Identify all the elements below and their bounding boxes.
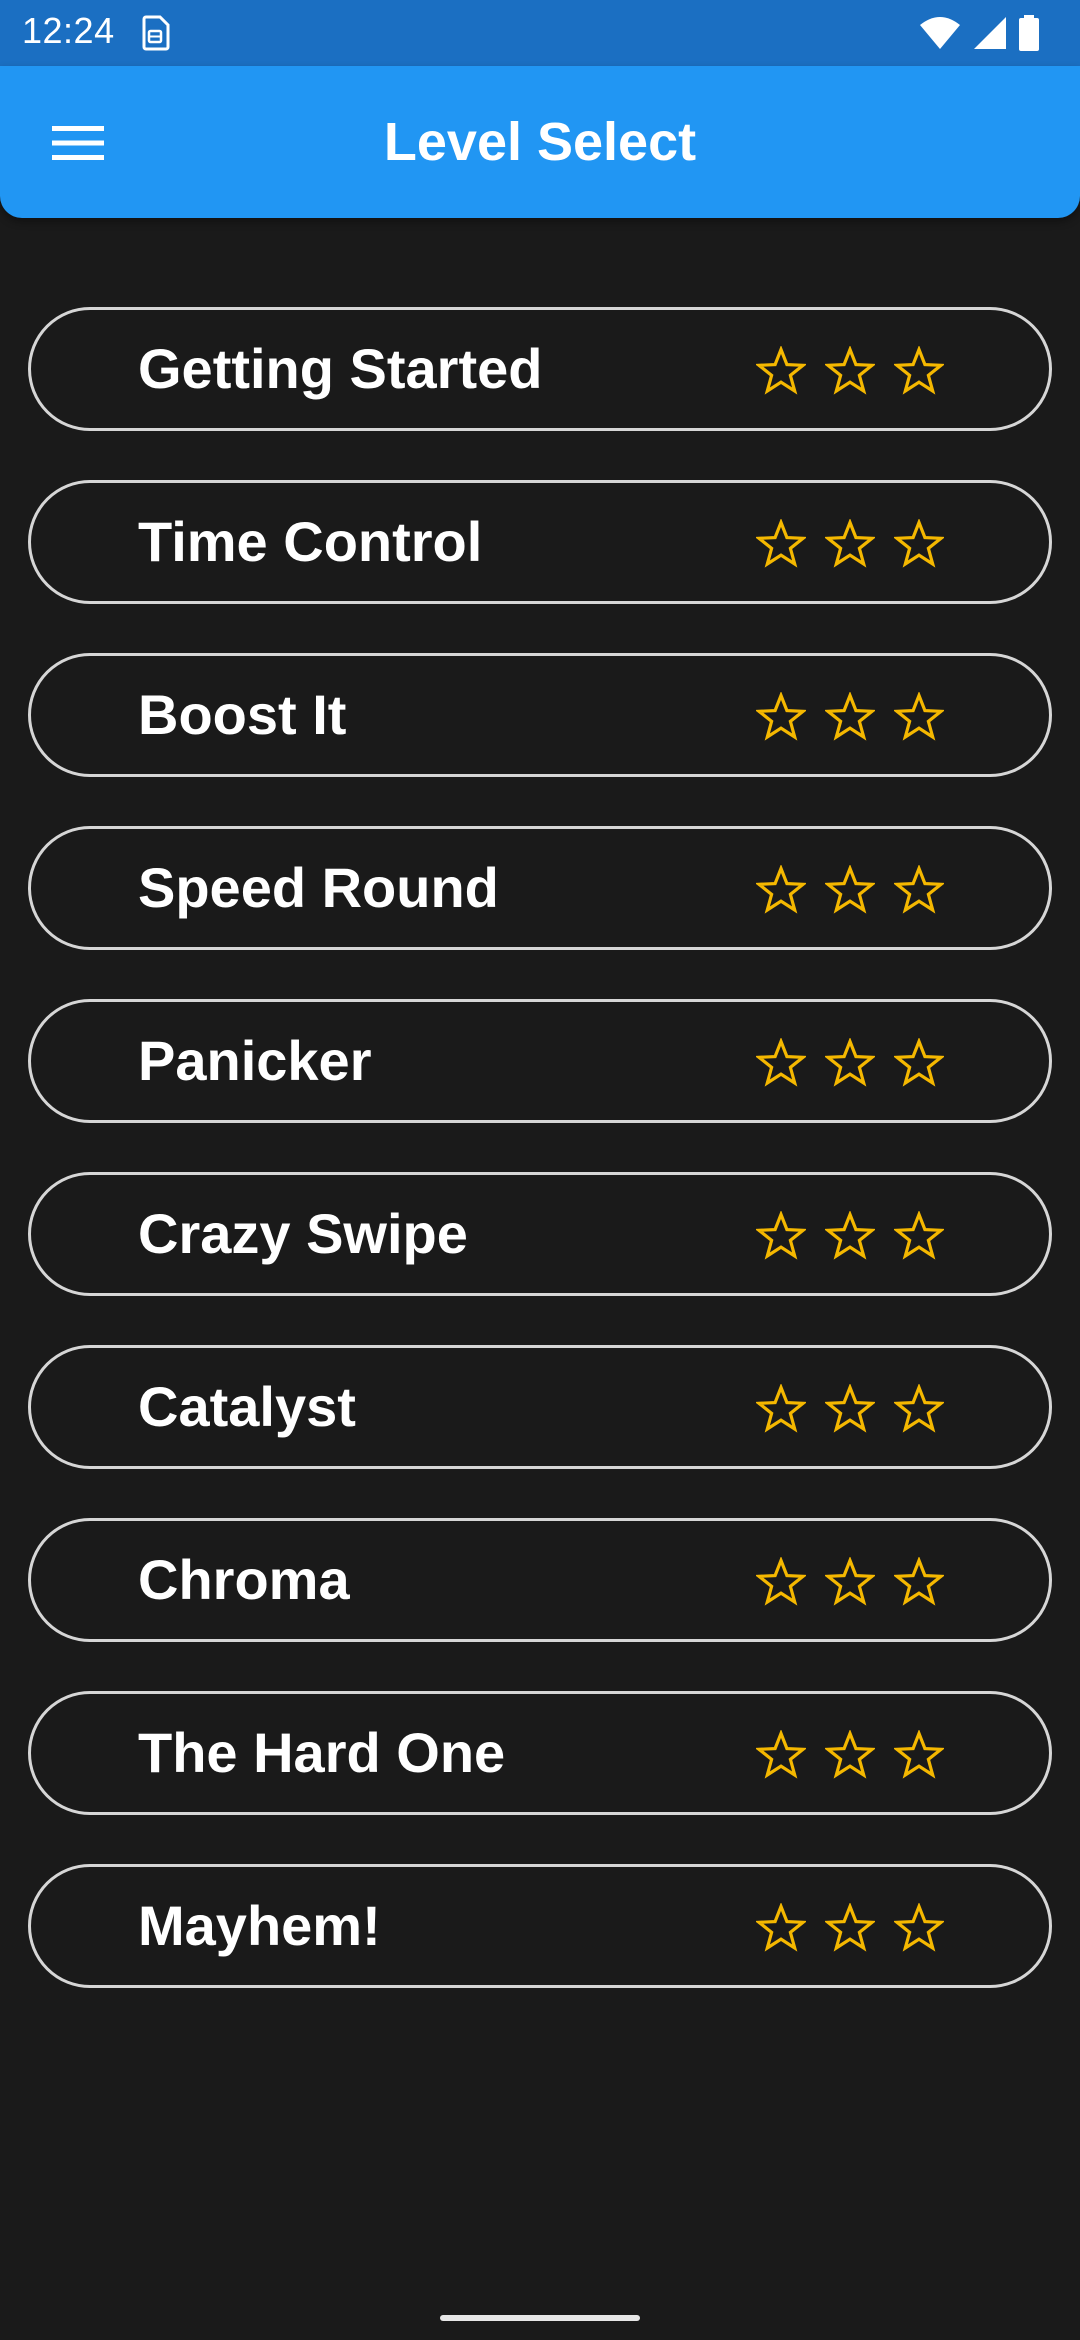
star-rating — [756, 865, 944, 915]
star-outline-icon — [894, 1903, 944, 1952]
star-outline-icon — [756, 1730, 806, 1779]
star-outline-icon — [894, 692, 944, 741]
level-item[interactable]: Chroma — [28, 1518, 1052, 1642]
level-name: Getting Started — [138, 337, 543, 400]
wifi-icon — [920, 17, 960, 49]
level-item[interactable]: Speed Round — [28, 826, 1052, 950]
star-outline-icon — [825, 1211, 875, 1260]
star-rating — [756, 1211, 944, 1261]
star-outline-icon — [894, 1211, 944, 1260]
level-name: Mayhem! — [138, 1894, 381, 1957]
level-name: The Hard One — [138, 1721, 506, 1784]
star-outline-icon — [825, 692, 875, 741]
level-name: Panicker — [138, 1029, 372, 1092]
star-rating — [756, 1038, 944, 1088]
level-name: Time Control — [138, 510, 483, 573]
star-outline-icon — [825, 1730, 875, 1779]
battery-icon — [1019, 15, 1039, 51]
star-outline-icon — [825, 1038, 875, 1087]
app-bar: Level Select — [0, 66, 1080, 218]
star-outline-icon — [825, 1557, 875, 1606]
star-rating — [756, 1730, 944, 1780]
level-name: Chroma — [138, 1548, 350, 1611]
star-outline-icon — [894, 1038, 944, 1087]
star-outline-icon — [825, 519, 875, 568]
level-item[interactable]: Getting Started — [28, 307, 1052, 431]
page-title: Level Select — [383, 112, 697, 172]
star-outline-icon — [894, 1730, 944, 1779]
star-outline-icon — [756, 865, 806, 914]
star-outline-icon — [756, 1038, 806, 1087]
star-outline-icon — [894, 1384, 944, 1433]
level-item[interactable]: Catalyst — [28, 1345, 1052, 1469]
star-outline-icon — [825, 1384, 875, 1433]
star-outline-icon — [756, 346, 806, 395]
star-outline-icon — [894, 865, 944, 914]
star-outline-icon — [825, 1903, 875, 1952]
star-outline-icon — [894, 1557, 944, 1606]
hamburger-menu-icon — [52, 126, 104, 160]
level-name: Speed Round — [138, 856, 499, 919]
star-rating — [756, 346, 944, 396]
star-rating — [756, 519, 944, 569]
signal-icon — [974, 17, 1006, 49]
status-bar: 12:24 — [0, 0, 1080, 66]
star-rating — [756, 692, 944, 742]
star-outline-icon — [825, 865, 875, 914]
level-list: Getting Started Time Control Boost It Speed… — [28, 307, 1052, 2037]
star-rating — [756, 1384, 944, 1434]
star-outline-icon — [756, 1557, 806, 1606]
level-name: Crazy Swipe — [138, 1202, 468, 1265]
level-item[interactable]: Crazy Swipe — [28, 1172, 1052, 1296]
star-outline-icon — [756, 692, 806, 741]
level-name: Catalyst — [138, 1375, 356, 1438]
star-outline-icon — [894, 519, 944, 568]
level-item[interactable]: The Hard One — [28, 1691, 1052, 1815]
star-outline-icon — [756, 519, 806, 568]
level-name: Boost It — [138, 683, 347, 746]
level-item[interactable]: Boost It — [28, 653, 1052, 777]
star-rating — [756, 1557, 944, 1607]
status-time: 12:24 — [22, 10, 115, 51]
star-rating — [756, 1903, 944, 1953]
level-item[interactable]: Mayhem! — [28, 1864, 1052, 1988]
star-outline-icon — [756, 1903, 806, 1952]
star-outline-icon — [756, 1384, 806, 1433]
star-outline-icon — [756, 1211, 806, 1260]
level-item[interactable]: Panicker — [28, 999, 1052, 1123]
star-outline-icon — [894, 346, 944, 395]
star-outline-icon — [825, 346, 875, 395]
gesture-nav-bar[interactable] — [440, 2315, 640, 2321]
sim-card-icon — [142, 15, 170, 51]
menu-button[interactable] — [30, 108, 126, 178]
level-item[interactable]: Time Control — [28, 480, 1052, 604]
